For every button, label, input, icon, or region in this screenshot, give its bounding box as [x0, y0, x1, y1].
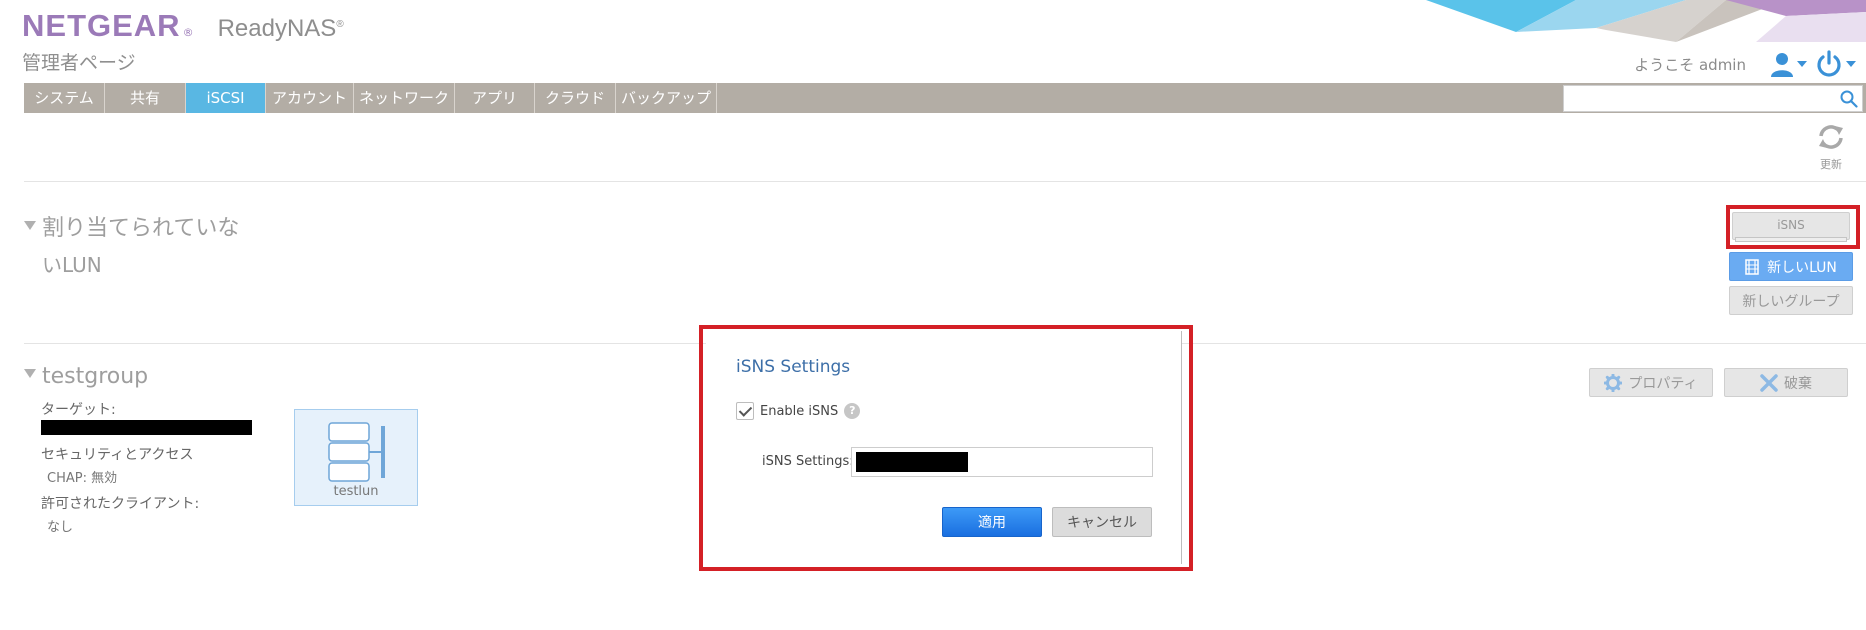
collapse-triangle-icon — [24, 220, 36, 230]
page-subtitle: 管理者ページ — [22, 52, 136, 74]
brand-header: NETGEAR ® ReadyNAS® 管理者ページ — [22, 8, 344, 75]
refresh-icon — [1819, 125, 1843, 149]
highlight-box-dialog — [699, 325, 1193, 571]
header-decoration — [1426, 0, 1866, 42]
tab-accounts[interactable]: アカウント — [266, 83, 354, 113]
user-bar: ようこそ admin — [1634, 50, 1856, 78]
properties-button[interactable]: プロパティ — [1589, 368, 1713, 397]
chap-value: CHAP: 無効 — [47, 471, 118, 486]
lun-name: testlun — [333, 484, 379, 499]
tab-apps[interactable]: アプリ — [455, 83, 535, 113]
refresh-button[interactable]: 更新 — [1814, 124, 1848, 172]
tab-cloud[interactable]: クラウド — [535, 83, 616, 113]
logo-registered-mark: ® — [182, 26, 194, 39]
clients-value: なし — [47, 520, 74, 535]
netgear-logo: NETGEAR — [22, 8, 181, 43]
film-icon — [1745, 258, 1759, 275]
redacted-target-value — [41, 420, 252, 435]
tab-backup[interactable]: バックアップ — [616, 83, 717, 113]
new-group-button[interactable]: 新しいグループ — [1729, 286, 1853, 315]
destroy-button[interactable]: 破棄 — [1724, 368, 1848, 397]
product-name: ReadyNAS® — [217, 15, 344, 42]
tab-system[interactable]: システム — [24, 83, 105, 113]
power-icon — [1817, 50, 1841, 77]
unassigned-lun-heading-cont: いLUN — [42, 253, 102, 277]
welcome-text: ようこそ admin — [1634, 55, 1746, 74]
user-icon — [1771, 53, 1793, 77]
unassigned-lun-heading[interactable]: 割り当てられていな — [24, 210, 239, 242]
clients-label: 許可されたクライアント: — [41, 496, 200, 512]
user-menu-button[interactable] — [1770, 51, 1807, 77]
highlight-box-isns — [1726, 205, 1860, 249]
chevron-down-icon — [1797, 61, 1807, 67]
search-icon — [1840, 90, 1858, 108]
divider — [24, 181, 1866, 182]
collapse-triangle-icon — [24, 368, 36, 378]
destroy-x-icon — [1760, 373, 1778, 392]
group-heading[interactable]: testgroup — [24, 364, 148, 389]
security-label: セキュリティとアクセス — [41, 447, 194, 463]
lun-tile[interactable]: testlun — [294, 409, 418, 506]
gear-icon — [1604, 373, 1623, 392]
refresh-label: 更新 — [1820, 158, 1842, 171]
chevron-down-icon — [1846, 61, 1856, 67]
target-label: ターゲット: — [41, 402, 116, 418]
new-lun-button[interactable]: 新しいLUN — [1729, 252, 1853, 281]
tab-iscsi[interactable]: iSCSI — [186, 83, 266, 113]
power-menu-button[interactable] — [1815, 50, 1856, 78]
tab-network[interactable]: ネットワーク — [354, 83, 455, 113]
lun-disk-icon — [328, 422, 385, 482]
search-input[interactable] — [1563, 85, 1863, 112]
tab-shares[interactable]: 共有 — [105, 83, 186, 113]
